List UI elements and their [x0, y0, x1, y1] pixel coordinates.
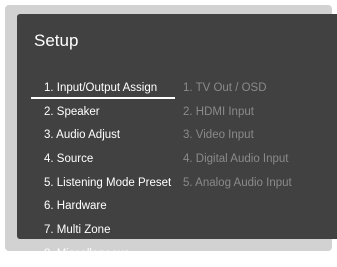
screen-frame: Setup 1. Input/Output Assign 2. Speaker …: [5, 5, 337, 260]
menu-item-miscellaneous[interactable]: 8. Miscellaneous: [44, 243, 171, 267]
submenu-item-hdmi-input[interactable]: 2. HDMI Input: [183, 101, 292, 125]
menu-item-audio-adjust[interactable]: 3. Audio Adjust: [44, 124, 171, 148]
menu-item-listening-mode-preset[interactable]: 5. Listening Mode Preset: [44, 172, 171, 196]
submenu-item-tv-out-osd[interactable]: 1. TV Out / OSD: [183, 77, 292, 101]
menu-item-source[interactable]: 4. Source: [44, 148, 171, 172]
submenu-item-analog-audio-input[interactable]: 5. Analog Audio Input: [183, 172, 292, 196]
main-menu: 1. Input/Output Assign 2. Speaker 3. Aud…: [30, 77, 176, 267]
menu-item-multi-zone[interactable]: 7. Multi Zone: [44, 219, 171, 243]
menu-item-hardware[interactable]: 6. Hardware: [44, 195, 171, 219]
page-title: Setup: [34, 31, 79, 50]
menu-item-speaker[interactable]: 2. Speaker: [44, 101, 171, 125]
submenu: 1. TV Out / OSD 2. HDMI Input 3. Video I…: [183, 77, 292, 195]
submenu-item-video-input[interactable]: 3. Video Input: [183, 124, 292, 148]
setup-panel: Setup 1. Input/Output Assign 2. Speaker …: [17, 14, 337, 260]
menu-item-input-output-assign[interactable]: 1. Input/Output Assign: [30, 77, 176, 101]
submenu-item-digital-audio-input[interactable]: 4. Digital Audio Input: [183, 148, 292, 172]
